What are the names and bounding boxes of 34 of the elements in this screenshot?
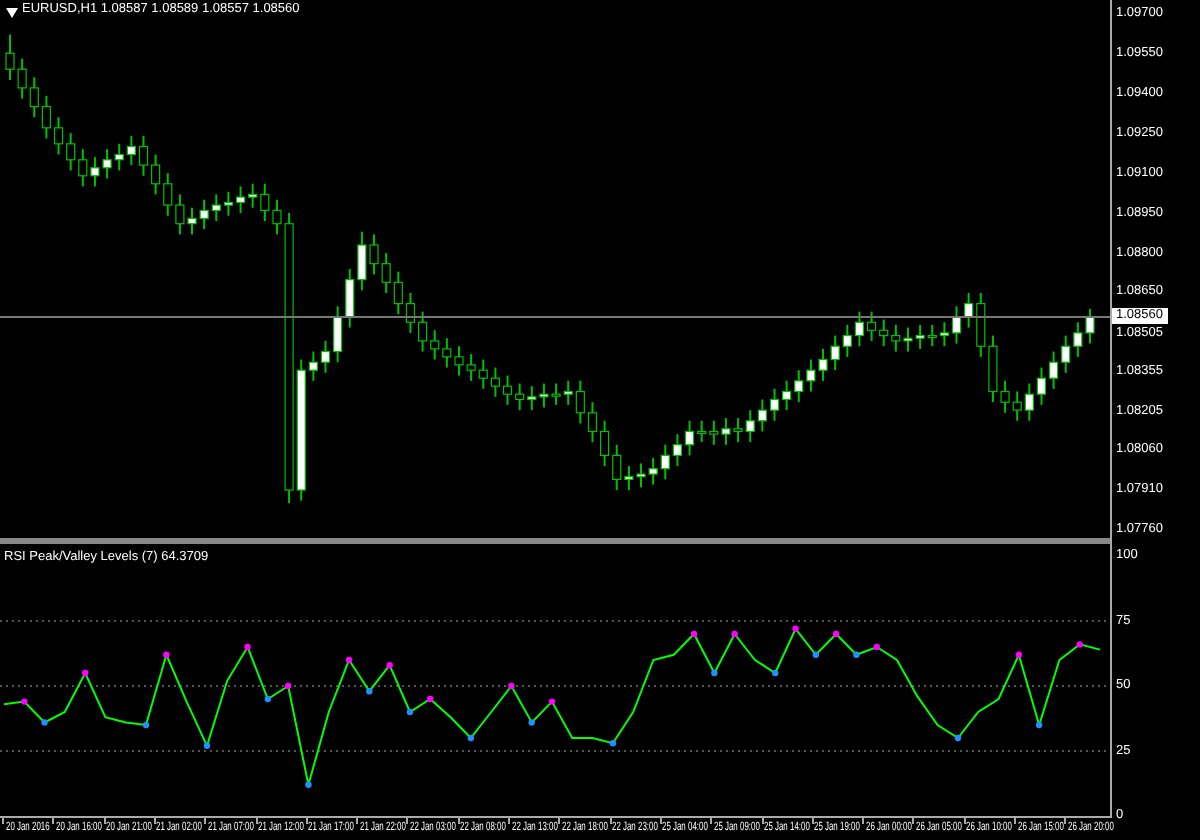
valley-dot <box>711 669 718 677</box>
peak-dot <box>82 669 89 677</box>
peak-dot <box>508 682 515 690</box>
peak-dot <box>163 651 170 658</box>
peak-dot <box>731 630 738 638</box>
valley-dot <box>203 742 211 749</box>
valley-dot <box>609 740 617 747</box>
peak-dot <box>21 698 28 705</box>
peak-dot <box>284 682 292 690</box>
peak-dot <box>873 643 880 651</box>
peak-dot <box>345 656 353 664</box>
valley-dot <box>1035 721 1043 729</box>
peak-dot <box>427 695 434 703</box>
dropdown-triangle-icon[interactable] <box>6 8 18 18</box>
peak-dot <box>244 643 251 651</box>
valley-dot <box>305 781 312 788</box>
valley-dot <box>812 651 820 658</box>
peak-dot <box>386 662 393 669</box>
peak-dot <box>1015 651 1022 658</box>
valley-dot <box>772 669 779 677</box>
valley-dot <box>528 719 535 726</box>
peak-dot <box>792 625 799 632</box>
peak-dot <box>690 630 698 638</box>
peak-dot <box>832 630 840 638</box>
valley-dot <box>142 721 150 729</box>
valley-dot <box>41 719 48 726</box>
valley-dot <box>406 708 414 716</box>
valley-dot <box>366 688 373 695</box>
peak-dot <box>1076 641 1083 648</box>
peak-dot <box>548 698 556 705</box>
valley-dot <box>264 695 272 703</box>
valley-dot <box>954 734 962 742</box>
valley-dot <box>467 734 474 742</box>
valley-dot <box>853 651 860 658</box>
